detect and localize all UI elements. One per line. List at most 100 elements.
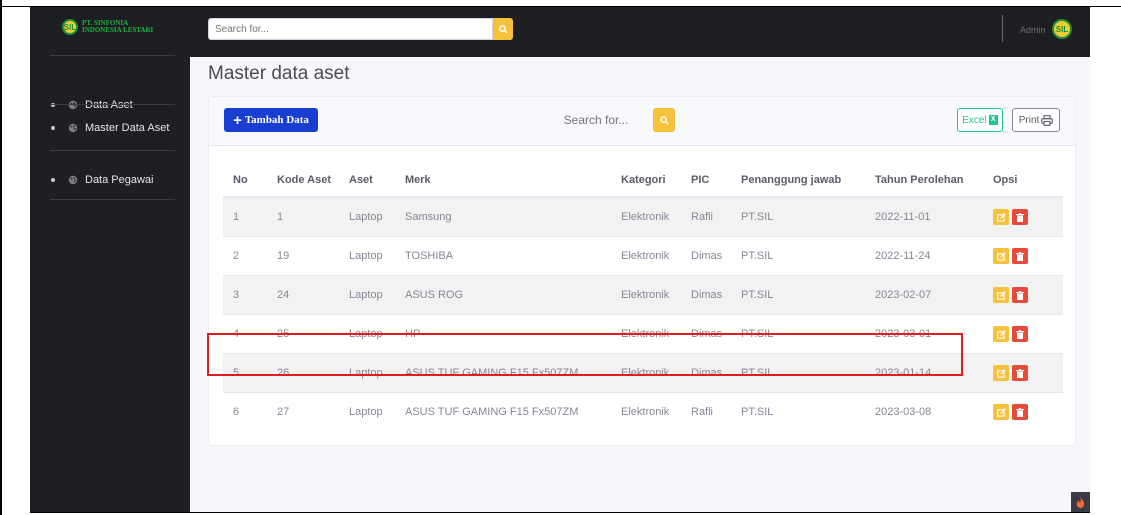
scroll-top-icon [1076, 496, 1085, 508]
topbar-search-button[interactable] [493, 18, 513, 40]
cell-tahun-perolehan: 2023-02-07 [865, 275, 983, 315]
cell-no: 5 [223, 353, 267, 393]
edit-icon [996, 251, 1006, 261]
brand-logo[interactable]: SIL PT. SINFONIA INDONESIA LESTARI [62, 19, 153, 35]
plus-icon: + [233, 111, 242, 129]
column-header-aset[interactable]: Aset [339, 164, 395, 198]
table-search [529, 108, 663, 132]
cell-kategori: Elektronik [611, 314, 681, 354]
cell-opsi [983, 353, 1063, 393]
topbar-search-input[interactable] [209, 19, 461, 40]
cell-kode-aset: 27 [267, 392, 339, 431]
cell-merk: HP [395, 314, 611, 354]
excel-button[interactable]: Excel X [957, 108, 1003, 132]
printer-icon [1041, 114, 1054, 126]
user-name[interactable]: Admin [1020, 25, 1046, 35]
logo-badge: SIL [62, 19, 78, 35]
sidebar-item-label: Master Data Aset [85, 122, 170, 134]
cell-kategori: Elektronik [611, 353, 681, 393]
cell-opsi [983, 314, 1063, 354]
edit-button[interactable] [993, 248, 1009, 264]
delete-button[interactable] [1012, 248, 1028, 264]
column-header-merk[interactable]: Merk [395, 164, 611, 198]
cell-merk: ASUS TUF GAMING F15 Fx507ZM [395, 392, 611, 431]
cell-pic: Rafli [681, 196, 731, 237]
sidebar-divider [50, 55, 175, 56]
cell-kategori: Elektronik [611, 392, 681, 431]
cell-opsi [983, 392, 1063, 431]
cell-aset: Laptop [339, 275, 395, 315]
app-window: SIL PT. SINFONIA INDONESIA LESTARI Data … [30, 7, 1090, 512]
add-data-button[interactable]: + Tambah Data [224, 108, 318, 132]
logo-text: PT. SINFONIA INDONESIA LESTARI [82, 20, 153, 34]
cell-no: 4 [223, 314, 267, 354]
cell-penanggung-jawab: PT.SIL [731, 314, 865, 354]
excel-file-icon: X [988, 115, 998, 125]
delete-button[interactable] [1012, 404, 1028, 420]
avatar[interactable]: SIL [1052, 19, 1072, 39]
trash-icon [1016, 368, 1024, 378]
cell-tahun-perolehan: 2023-01-14 [865, 353, 983, 393]
page-title: Master data aset [208, 63, 350, 84]
edit-button[interactable] [993, 404, 1009, 420]
cell-aset: Laptop [339, 314, 395, 354]
cell-merk: ASUS ROG [395, 275, 611, 315]
cell-aset: Laptop [339, 353, 395, 393]
cell-kode-aset: 1 [267, 196, 339, 237]
scroll-to-top-button[interactable] [1071, 492, 1090, 512]
cell-no: 6 [223, 392, 267, 431]
trash-icon [1016, 407, 1024, 417]
edit-button[interactable] [993, 326, 1009, 342]
print-button[interactable]: Print [1012, 108, 1060, 132]
column-header-opsi: Opsi [983, 164, 1063, 198]
column-header-kode-aset[interactable]: Kode Aset [267, 164, 339, 198]
edit-icon [996, 368, 1006, 378]
sidebar-divider [50, 199, 175, 200]
edit-icon [996, 407, 1006, 417]
cell-merk: TOSHIBA [395, 236, 611, 276]
sidebar-item-master-data-aset[interactable]: Master Data Aset [30, 103, 190, 153]
cell-penanggung-jawab: PT.SIL [731, 353, 865, 393]
column-header-penanggung-jawab[interactable]: Penanggung jawab [731, 164, 865, 198]
delete-button[interactable] [1012, 287, 1028, 303]
column-header-no[interactable]: No [223, 164, 267, 198]
table-search-button[interactable] [653, 108, 675, 132]
cell-no: 3 [223, 275, 267, 315]
column-header-kategori[interactable]: Kategori [611, 164, 681, 198]
cell-opsi [983, 236, 1063, 276]
sidebar-item-data-pegawai[interactable]: Data Pegawai [30, 155, 190, 205]
cell-penanggung-jawab: PT.SIL [731, 236, 865, 276]
delete-button[interactable] [1012, 365, 1028, 381]
palette-icon [68, 123, 78, 133]
sidebar-item-label: Data Pegawai [85, 174, 154, 186]
edit-icon [996, 290, 1006, 300]
delete-button[interactable] [1012, 326, 1028, 342]
table-header-row: No Kode Aset Aset Merk Kategori PIC Pena… [223, 164, 1063, 198]
column-header-tahun-perolehan[interactable]: Tahun Perolehan [865, 164, 983, 198]
column-header-pic[interactable]: PIC [681, 164, 731, 198]
delete-button[interactable] [1012, 209, 1028, 225]
sidebar-divider [50, 150, 175, 151]
table-row: 3 24 Laptop ASUS ROG Elektronik Dimas PT… [223, 275, 1063, 315]
data-card: + Tambah Data Excel X Print No [208, 96, 1076, 446]
table-row: 1 1 Laptop Samsung Elektronik Rafli PT.S… [223, 196, 1063, 237]
table-row: 2 19 Laptop TOSHIBA Elektronik Dimas PT.… [223, 236, 1063, 276]
cell-penanggung-jawab: PT.SIL [731, 275, 865, 315]
edit-button[interactable] [993, 209, 1009, 225]
table-search-input[interactable] [529, 108, 663, 132]
bullet-icon [51, 126, 55, 130]
cell-tahun-perolehan: 2023-03-08 [865, 392, 983, 431]
cell-pic: Dimas [681, 353, 731, 393]
edit-button[interactable] [993, 287, 1009, 303]
cell-kode-aset: 19 [267, 236, 339, 276]
trash-icon [1016, 290, 1024, 300]
print-label: Print [1018, 114, 1040, 126]
edit-button[interactable] [993, 365, 1009, 381]
bullet-icon [51, 178, 55, 182]
cell-pic: Dimas [681, 314, 731, 354]
table-row: 4 25 Laptop HP Elektronik Dimas PT.SIL 2… [223, 314, 1063, 354]
edit-icon [996, 212, 1006, 222]
cell-merk: ASUS TUF GAMING F15 Fx507ZM [395, 353, 611, 393]
search-icon [659, 115, 669, 125]
card-header: + Tambah Data Excel X Print [209, 97, 1075, 146]
